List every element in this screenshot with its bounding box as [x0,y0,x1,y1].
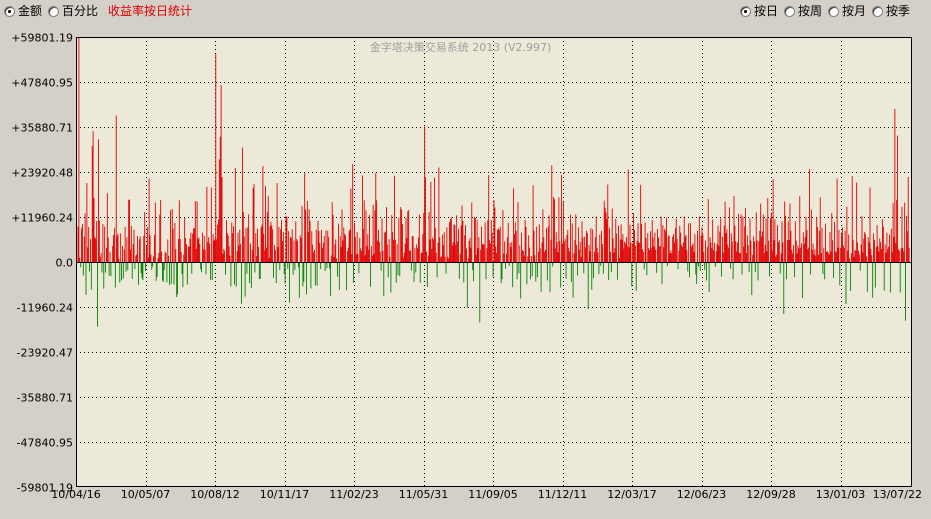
radio-percent-indicator[interactable] [48,5,60,17]
y-tick-label: -23920.47 [17,347,73,360]
radio-amount[interactable]: 金额 [4,4,42,18]
x-tick-label: 10/11/17 [260,488,309,501]
y-tick-label: +47840.95 [11,77,73,90]
radio-amount-indicator[interactable] [4,5,15,17]
y-tick-label: -35880.71 [17,392,73,405]
y-tick-label: 0.0 [56,257,74,270]
x-axis-labels: 10/04/16 10/05/07 10/08/12 10/11/17 11/02/23… [51,488,922,501]
stats-title: 收益率按日统计 [108,4,193,18]
radio-quarterly-label: 按季 [886,4,911,18]
radio-percent-label: 百分比 [62,4,99,18]
radio-percent[interactable]: 百分比 [48,4,98,18]
y-tick-label: +23920.48 [11,167,73,180]
radio-monthly[interactable]: 按月 [828,4,866,18]
y-tick-label: +35880.71 [11,122,73,135]
x-tick-label: 11/12/11 [538,488,587,501]
radio-daily[interactable]: 按日 [740,4,778,18]
x-tick-label: 11/02/23 [329,488,378,501]
x-tick-label: 10/04/16 [51,488,100,501]
chart-container: +59801.19 +47840.95 +35880.71 +23920.48 +119… [0,26,931,519]
radio-daily-indicator[interactable] [740,5,751,17]
toolbar: 金额 百分比 收益率按日统计 按日 按周 按月 按季 [0,0,931,24]
view-mode-group: 金额 百分比 收益率按日统计 [4,4,192,18]
y-tick-label: +59801.19 [11,32,73,45]
x-tick-label: 11/05/31 [399,488,448,501]
y-axis-labels: +59801.19 +47840.95 +35880.71 +23920.48 +119… [11,32,73,495]
radio-quarterly[interactable]: 按季 [872,4,910,18]
period-group: 按日 按周 按月 按季 [740,4,916,18]
x-tick-label: 10/05/07 [121,488,170,501]
x-tick-label: 13/07/22 [873,488,922,501]
x-tick-label: 12/03/17 [607,488,656,501]
radio-weekly-label: 按周 [798,4,823,18]
y-tick-label: -11960.24 [17,302,73,315]
radio-weekly[interactable]: 按周 [784,4,822,18]
profit-bar-chart: +59801.19 +47840.95 +35880.71 +23920.48 +119… [11,32,922,502]
x-tick-label: 12/09/28 [746,488,795,501]
radio-monthly-indicator[interactable] [828,5,840,17]
y-tick-label: -47840.95 [17,437,73,450]
radio-monthly-label: 按月 [842,4,867,18]
radio-quarterly-indicator[interactable] [872,5,884,17]
radio-daily-label: 按日 [754,4,779,18]
x-tick-label: 11/09/05 [468,488,517,501]
radio-weekly-indicator[interactable] [784,5,796,17]
y-tick-label: +11960.24 [11,212,73,225]
x-tick-label: 13/01/03 [816,488,865,501]
watermark-text: 金字塔决策交易系统 2013 (V2.997) [370,40,552,54]
radio-amount-label: 金额 [18,4,43,18]
x-tick-label: 10/08/12 [190,488,239,501]
x-tick-label: 12/06/23 [677,488,726,501]
